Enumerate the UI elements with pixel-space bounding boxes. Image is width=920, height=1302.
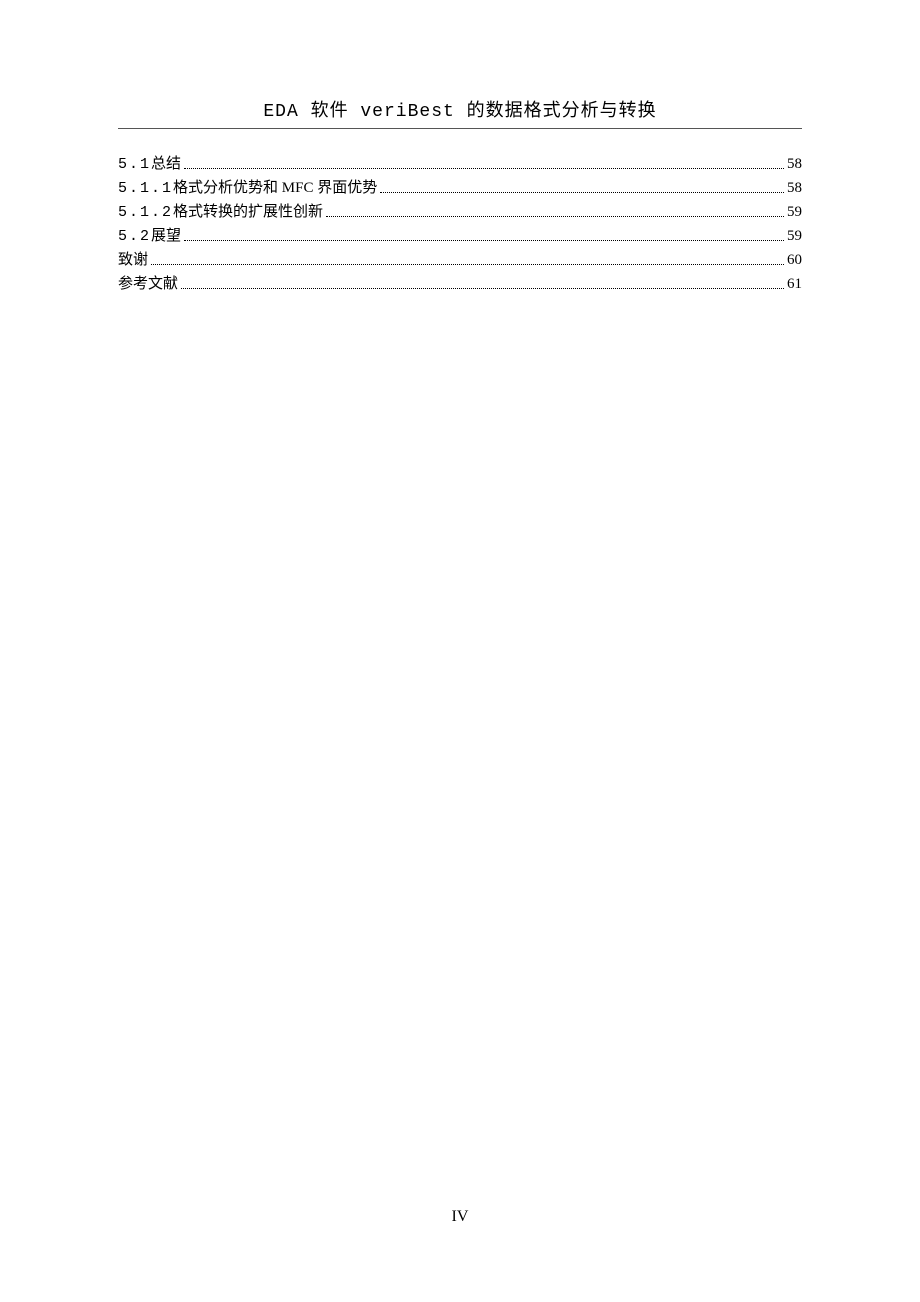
toc-entry-number: 5.2 [118,229,151,244]
toc-entry-dots [181,288,784,289]
toc-entry-number: 5.1.2 [118,205,173,220]
page-header-title: EDA 软件 veriBest 的数据格式分析与转换 [118,96,802,122]
toc-entry-page: 58 [787,157,802,172]
toc-entry-number: 5.1 [118,157,151,172]
toc-entry-label: 参考文献 [118,277,178,292]
toc-entry-label: 展望 [151,229,181,244]
toc-entry-page: 61 [787,277,802,292]
toc-entry-dots [380,192,784,193]
toc-entry: 5.1.1 格式分析优势和 MFC 界面优势 58 [118,181,802,196]
toc-entry-number: 5.1.1 [118,181,173,196]
toc-entry: 参考文献 61 [118,277,802,292]
toc-entry: 5.1 总结 58 [118,157,802,172]
toc-entry-page: 60 [787,253,802,268]
toc-entry-label: 格式转换的扩展性创新 [173,205,323,220]
document-page: EDA 软件 veriBest 的数据格式分析与转换 5.1 总结 58 5.1… [0,0,920,292]
toc-entry-label: 致谢 [118,253,148,268]
toc-entry-label: 总结 [151,157,181,172]
toc-entry: 5.2 展望 59 [118,229,802,244]
toc-entry-dots [184,168,784,169]
page-footer-number: IV [0,1208,920,1226]
table-of-contents: 5.1 总结 58 5.1.1 格式分析优势和 MFC 界面优势 58 5.1.… [118,157,802,292]
toc-entry-page: 58 [787,181,802,196]
toc-entry-label: 格式分析优势和 MFC 界面优势 [173,181,377,196]
toc-entry-dots [326,216,784,217]
toc-entry-page: 59 [787,229,802,244]
toc-entry: 5.1.2 格式转换的扩展性创新 59 [118,205,802,220]
toc-entry-dots [184,240,784,241]
toc-entry-page: 59 [787,205,802,220]
toc-entry-dots [151,264,784,265]
toc-entry: 致谢 60 [118,253,802,268]
header-rule [118,128,802,129]
